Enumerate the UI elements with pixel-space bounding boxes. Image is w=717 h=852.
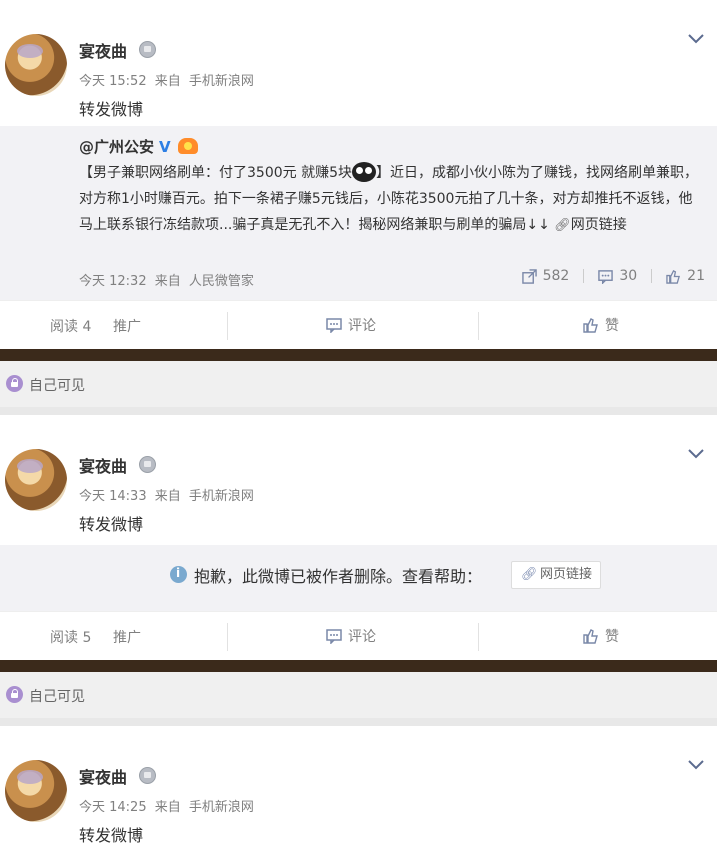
share-icon bbox=[521, 268, 537, 284]
read-count: 阅读 5 bbox=[50, 630, 92, 646]
comment-button[interactable]: 评论 bbox=[326, 315, 376, 335]
divider bbox=[227, 623, 228, 651]
post-card: 宴夜曲 今天 15:52 来自 手机新浪网 转发微博 @广州公安 V 【男子兼职… bbox=[0, 0, 717, 349]
privacy-label: 自己可见 bbox=[29, 378, 85, 394]
divider bbox=[478, 312, 479, 340]
comment-icon bbox=[326, 629, 342, 644]
divider bbox=[227, 312, 228, 340]
repost-meta: 今天 12:32 来自 人民微管家 bbox=[79, 270, 254, 289]
action-bar: 阅读 4 推广 评论 赞 bbox=[0, 300, 717, 349]
avatar[interactable] bbox=[5, 449, 67, 511]
feed: 宴夜曲 今天 15:52 来自 手机新浪网 转发微博 @广州公安 V 【男子兼职… bbox=[0, 0, 717, 852]
post-source[interactable]: 手机新浪网 bbox=[189, 489, 254, 504]
repost-link[interactable]: 网页链接 bbox=[571, 217, 627, 233]
post-card: 宴夜曲 今天 14:33 来自 手机新浪网 转发微博 抱歉，此微博已被作者删除。… bbox=[0, 415, 717, 660]
help-link-button[interactable]: 🔗︎ 网页链接 bbox=[511, 561, 602, 589]
repost-stats: 582 30 21 bbox=[508, 268, 705, 284]
avatar[interactable] bbox=[5, 760, 67, 822]
fire-badge-icon bbox=[178, 138, 198, 154]
comment-label: 评论 bbox=[348, 629, 376, 645]
link-icon[interactable]: 🔗︎ bbox=[554, 218, 571, 233]
thumb-up-icon bbox=[583, 318, 598, 333]
deleted-notice: 抱歉，此微博已被作者删除。查看帮助： 🔗︎ 网页链接 bbox=[0, 545, 717, 611]
read-count: 阅读 4 bbox=[50, 319, 92, 335]
share-count: 582 bbox=[542, 268, 570, 284]
post-time[interactable]: 今天 15:52 bbox=[79, 74, 147, 89]
like-label: 赞 bbox=[605, 318, 619, 334]
like-button[interactable]: 赞 bbox=[583, 315, 619, 335]
post-time[interactable]: 今天 14:33 bbox=[79, 489, 147, 504]
thumb-up-icon bbox=[666, 269, 681, 284]
privacy-bar: 自己可见 bbox=[0, 361, 717, 407]
repost-text-part1: 【男子兼职网络刷单：付了3500元 就赚5块 bbox=[79, 165, 352, 181]
post-text: 转发微博 bbox=[79, 100, 144, 119]
repost-like-button[interactable]: 21 bbox=[666, 268, 705, 284]
chevron-down-icon[interactable] bbox=[687, 447, 705, 461]
chevron-down-icon[interactable] bbox=[687, 758, 705, 772]
promote-button[interactable]: 推广 bbox=[113, 316, 141, 336]
source-prefix: 来自 bbox=[154, 800, 181, 815]
repost-box: @广州公安 V 【男子兼职网络刷单：付了3500元 就赚5块 】近日，成都小伙小陈… bbox=[0, 126, 717, 300]
like-button[interactable]: 赞 bbox=[583, 626, 619, 646]
source-prefix: 来自 bbox=[154, 274, 181, 289]
repost-time[interactable]: 今天 12:32 bbox=[79, 274, 147, 289]
post-meta: 今天 14:33 来自 手机新浪网 bbox=[79, 485, 254, 504]
comment-icon bbox=[326, 318, 342, 333]
source-prefix: 来自 bbox=[154, 489, 181, 504]
lock-icon bbox=[6, 375, 23, 392]
avatar[interactable] bbox=[5, 34, 67, 96]
repost-source[interactable]: 人民微管家 bbox=[189, 274, 254, 289]
source-prefix: 来自 bbox=[154, 74, 181, 89]
comment-count: 30 bbox=[619, 268, 638, 284]
privacy-bar: 自己可见 bbox=[0, 672, 717, 718]
chevron-down-icon[interactable] bbox=[687, 32, 705, 46]
section-divider bbox=[0, 349, 717, 361]
action-bar: 阅读 5 推广 评论 赞 bbox=[0, 611, 717, 660]
info-icon bbox=[170, 566, 187, 583]
post-text: 转发微博 bbox=[79, 515, 144, 534]
deleted-message: 抱歉，此微博已被作者删除。查看帮助： bbox=[194, 567, 483, 586]
post-text: 转发微博 bbox=[79, 826, 144, 845]
help-link-label: 网页链接 bbox=[540, 567, 593, 582]
repost-body: 【男子兼职网络刷单：付了3500元 就赚5块 】近日，成都小伙小陈为了赚钱，找网络… bbox=[79, 160, 699, 239]
thumb-up-icon bbox=[583, 629, 598, 644]
comment-label: 评论 bbox=[348, 318, 376, 334]
repost-author[interactable]: @广州公安 bbox=[79, 136, 154, 157]
promote-button[interactable]: 推广 bbox=[113, 627, 141, 647]
post-meta: 今天 15:52 来自 手机新浪网 bbox=[79, 70, 254, 89]
comment-button[interactable]: 评论 bbox=[326, 626, 376, 646]
post-source[interactable]: 手机新浪网 bbox=[189, 800, 254, 815]
verified-icon: V bbox=[159, 138, 171, 156]
post-time[interactable]: 今天 14:25 bbox=[79, 800, 147, 815]
post-card: 宴夜曲 今天 14:25 来自 手机新浪网 转发微博 bbox=[0, 726, 717, 852]
username[interactable]: 宴夜曲 bbox=[79, 453, 127, 477]
repost-share-button[interactable]: 582 bbox=[521, 268, 570, 284]
repost-comment-button[interactable]: 30 bbox=[598, 268, 637, 284]
member-badge-icon[interactable] bbox=[139, 767, 156, 784]
lock-icon bbox=[6, 686, 23, 703]
member-badge-icon[interactable] bbox=[139, 41, 156, 58]
stat-divider bbox=[651, 269, 653, 283]
stat-divider bbox=[583, 269, 585, 283]
member-badge-icon[interactable] bbox=[139, 456, 156, 473]
shocked-emoji-icon bbox=[352, 162, 376, 182]
like-count: 21 bbox=[687, 268, 705, 284]
link-icon: 🔗︎ bbox=[521, 567, 538, 582]
section-divider bbox=[0, 660, 717, 672]
username[interactable]: 宴夜曲 bbox=[79, 764, 127, 788]
like-label: 赞 bbox=[605, 629, 619, 645]
username[interactable]: 宴夜曲 bbox=[79, 38, 127, 62]
divider bbox=[478, 623, 479, 651]
post-meta: 今天 14:25 来自 手机新浪网 bbox=[79, 796, 254, 815]
comment-icon bbox=[598, 269, 614, 284]
privacy-label: 自己可见 bbox=[29, 689, 85, 705]
post-source[interactable]: 手机新浪网 bbox=[189, 74, 254, 89]
